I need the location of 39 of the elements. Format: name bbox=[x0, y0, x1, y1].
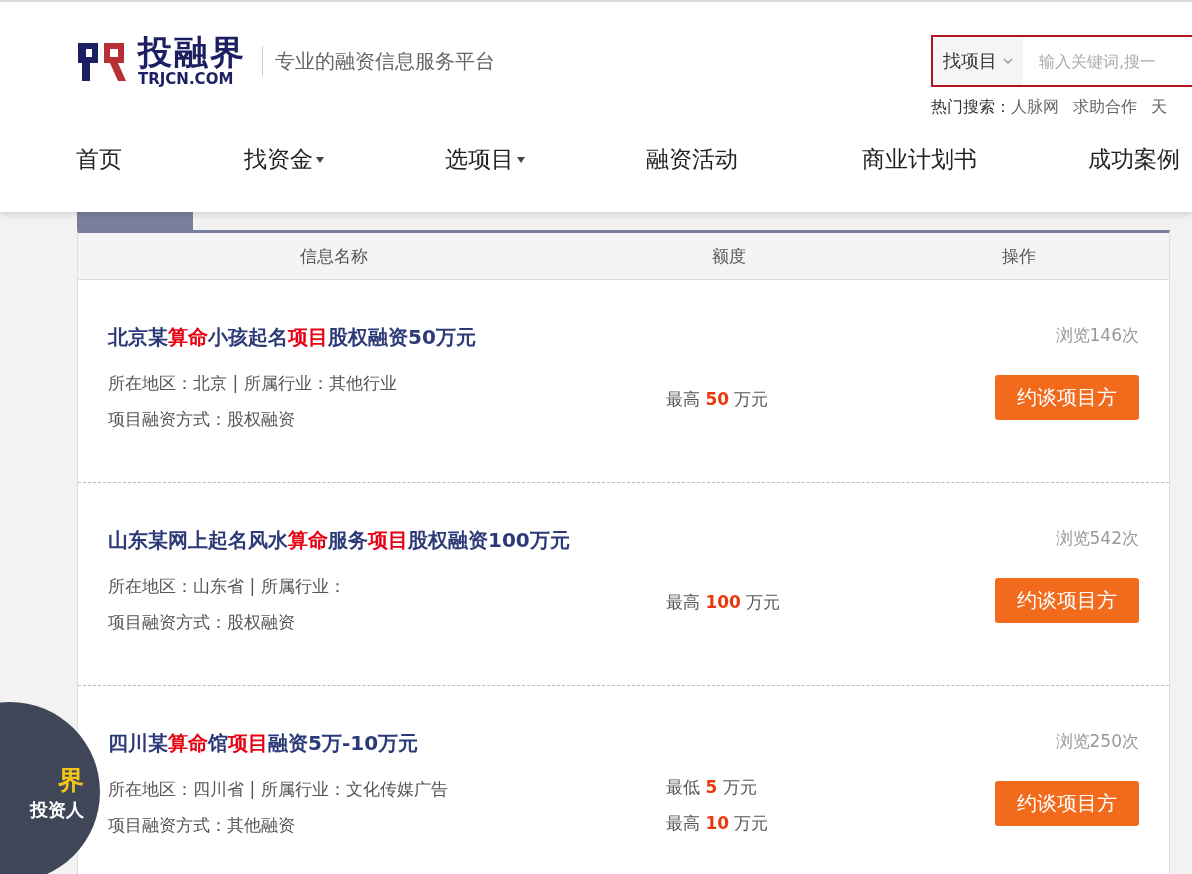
ad-text: 投资人 bbox=[30, 797, 84, 822]
nav-link[interactable]: 找资金 bbox=[244, 144, 445, 175]
project-info: 所在地区：四川省 | 所属行业：文化传媒广告 bbox=[108, 778, 448, 801]
project-title-link[interactable]: 山东某网上起名风水算命服务项目股权融资100万元 bbox=[108, 527, 570, 554]
ad-text: 界 bbox=[58, 763, 84, 797]
project-info: 项目融资方式：股权融资 bbox=[108, 408, 295, 431]
search-category-dropdown[interactable]: 找项目 bbox=[933, 37, 1023, 85]
column-header: 额度 bbox=[711, 244, 748, 268]
dropdown-caret-icon bbox=[316, 156, 324, 163]
project-info: 项目融资方式：其他融资 bbox=[108, 814, 295, 837]
logo-name[interactable]: 投融界 bbox=[138, 35, 246, 69]
nav-link[interactable]: 成功案例 bbox=[1088, 144, 1180, 175]
nav-link[interactable]: 商业计划书 bbox=[862, 144, 1088, 175]
hot-search-link[interactable]: 天 bbox=[1151, 97, 1167, 118]
slogan: 专业的融资信息服务平台 bbox=[262, 46, 495, 76]
nav-link[interactable]: 首页 bbox=[76, 144, 244, 175]
search-field[interactable]: 找项目 输入关键词,搜一 bbox=[931, 35, 1192, 87]
logo-domain[interactable]: TRJCN.COM bbox=[138, 72, 246, 87]
amount-text: 最高 10 万元 bbox=[666, 812, 769, 835]
nav-link[interactable]: 选项目 bbox=[445, 144, 646, 175]
view-count: 浏览146次 bbox=[1055, 324, 1139, 347]
chevron-down-icon bbox=[1003, 58, 1013, 64]
project-title-link[interactable]: 四川某算命馆项目融资5万-10万元 bbox=[108, 730, 419, 757]
column-header: 操作 bbox=[1001, 244, 1038, 268]
project-info: 所在地区：山东省 | 所属行业： bbox=[108, 575, 346, 598]
project-title-link[interactable]: 北京某算命小孩起名项目股权融资50万元 bbox=[108, 324, 476, 351]
amount-text: 最高 100 万元 bbox=[666, 591, 781, 614]
column-header: 信息名称 bbox=[298, 244, 369, 268]
nav-link[interactable]: 融资活动 bbox=[646, 144, 862, 175]
project-info: 所在地区：北京 | 所属行业：其他行业 bbox=[108, 372, 397, 395]
dropdown-caret-icon bbox=[517, 156, 525, 163]
amount-text: 最高 50 万元 bbox=[666, 388, 769, 411]
hot-search-link[interactable]: 求助合作 bbox=[1073, 97, 1137, 118]
hot-search-label: 热门搜索： bbox=[931, 97, 1011, 118]
view-count: 浏览250次 bbox=[1055, 730, 1139, 753]
hot-search-link[interactable]: 人脉网 bbox=[1011, 97, 1059, 118]
amount-text: 最低 5 万元 bbox=[666, 776, 757, 799]
view-count: 浏览542次 bbox=[1055, 527, 1139, 550]
project-info: 项目融资方式：股权融资 bbox=[108, 611, 295, 634]
